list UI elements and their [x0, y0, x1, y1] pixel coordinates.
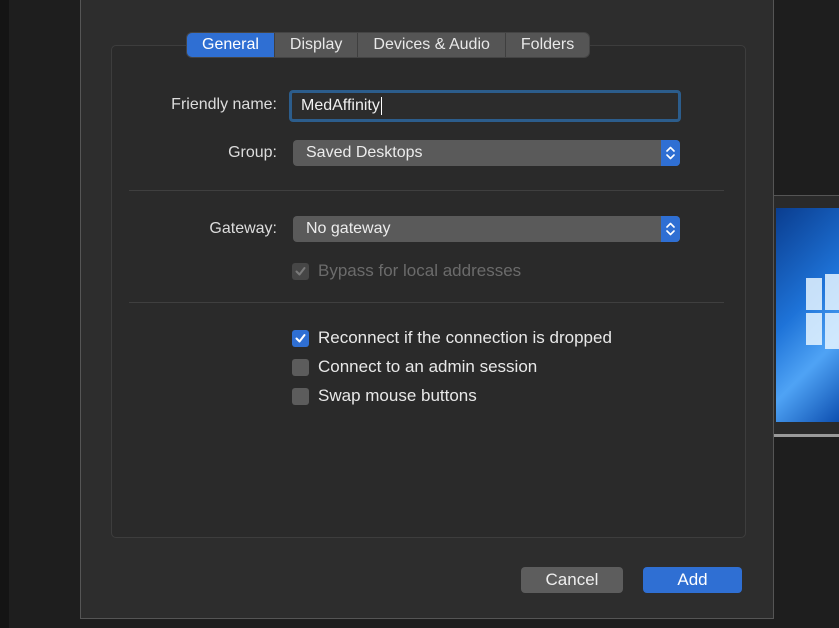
- friendly-name-label: Friendly name:: [171, 96, 277, 113]
- reconnect-checkbox[interactable]: Reconnect if the connection is dropped: [292, 327, 612, 349]
- windows-wallpaper: [776, 208, 839, 422]
- edit-desktop-sheet: General Display Devices & Audio Folders …: [80, 0, 774, 619]
- add-button[interactable]: Add: [643, 567, 742, 593]
- admin-session-checkbox[interactable]: Connect to an admin session: [292, 356, 537, 378]
- gateway-select[interactable]: No gateway: [293, 216, 680, 242]
- bypass-local-label: Bypass for local addresses: [318, 261, 522, 280]
- checkmark-icon: [292, 262, 309, 280]
- background-edge: [0, 0, 9, 628]
- updown-arrows-icon: [661, 140, 680, 166]
- reconnect-label: Reconnect if the connection is dropped: [318, 328, 612, 347]
- group-select-value: Saved Desktops: [306, 144, 423, 161]
- bypass-local-checkbox[interactable]: Bypass for local addresses: [292, 260, 521, 282]
- tab-bar: General Display Devices & Audio Folders: [187, 33, 590, 57]
- text-caret: [380, 96, 382, 115]
- windows-logo-icon: [806, 274, 839, 349]
- section-divider: [129, 190, 724, 191]
- admin-session-label: Connect to an admin session: [318, 357, 538, 376]
- swap-mouse-checkbox[interactable]: Swap mouse buttons: [292, 385, 477, 407]
- tab-devices-audio[interactable]: Devices & Audio: [358, 33, 506, 57]
- tab-folders[interactable]: Folders: [506, 33, 589, 57]
- gateway-label: Gateway:: [209, 220, 277, 237]
- tab-display[interactable]: Display: [275, 33, 359, 57]
- gateway-select-value: No gateway: [306, 220, 391, 237]
- group-select[interactable]: Saved Desktops: [293, 140, 680, 166]
- group-label: Group:: [228, 144, 277, 161]
- friendly-name-value: MedAffinity: [301, 97, 380, 114]
- section-divider: [129, 302, 724, 303]
- background-remote-desktop-preview: [772, 195, 839, 437]
- friendly-name-field[interactable]: MedAffinity: [289, 90, 681, 122]
- checkmark-icon: [292, 329, 309, 347]
- cancel-button[interactable]: Cancel: [521, 567, 623, 593]
- unchecked-box-icon: [292, 387, 309, 405]
- unchecked-box-icon: [292, 358, 309, 376]
- updown-arrows-icon: [661, 216, 680, 242]
- swap-mouse-label: Swap mouse buttons: [318, 386, 477, 405]
- tab-general[interactable]: General: [187, 33, 275, 57]
